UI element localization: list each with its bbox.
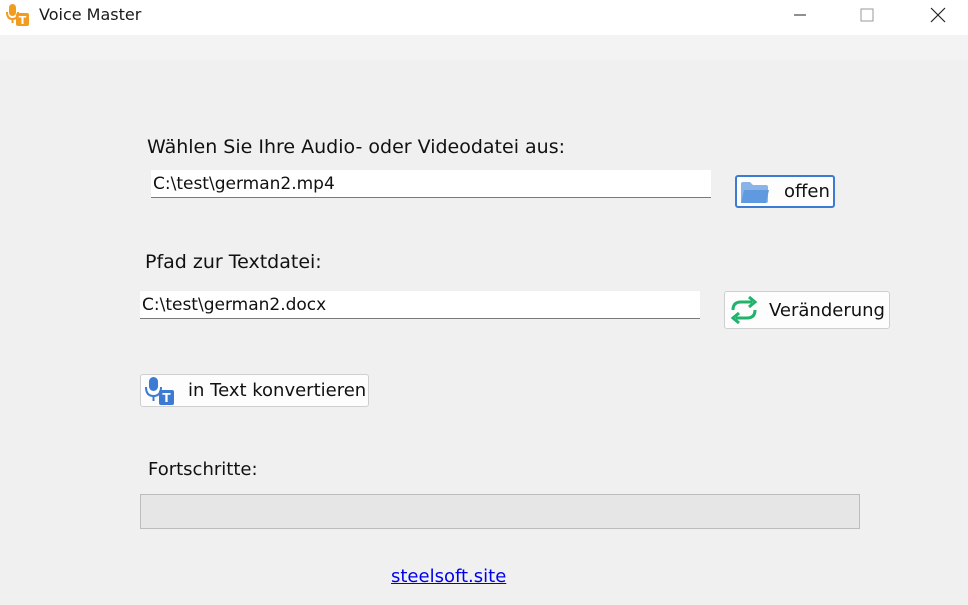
window-title: Voice Master: [39, 5, 142, 24]
minimize-icon: [794, 14, 806, 16]
open-button-label: offen: [784, 181, 830, 202]
app-logo-icon: T: [5, 2, 31, 28]
progress-label: Fortschritte:: [148, 459, 258, 480]
change-button-label: Veränderung: [769, 299, 885, 321]
maximize-icon: [860, 8, 874, 22]
title-bar: T Voice Master: [0, 0, 968, 35]
maximize-button[interactable]: [843, 0, 891, 30]
convert-button-label: in Text konvertieren: [188, 380, 367, 401]
media-file-label: Wählen Sie Ihre Audio- oder Videodatei a…: [147, 136, 565, 158]
text-file-label: Pfad zur Textdatei:: [145, 251, 322, 273]
convert-button[interactable]: T in Text konvertieren: [140, 374, 369, 407]
mic-text-icon: T: [144, 376, 176, 406]
text-path-input[interactable]: C:\test\german2.docx: [140, 291, 700, 319]
svg-text:T: T: [162, 391, 171, 405]
website-link[interactable]: steelsoft.site: [391, 566, 506, 587]
title-bar-shade: [0, 35, 968, 60]
close-button[interactable]: [914, 0, 962, 30]
svg-text:T: T: [19, 14, 27, 27]
change-button[interactable]: Veränderung: [724, 291, 890, 329]
progress-bar: [140, 494, 860, 529]
open-button[interactable]: offen: [735, 175, 835, 208]
minimize-button[interactable]: [776, 0, 824, 30]
media-path-input[interactable]: C:\test\german2.mp4: [151, 170, 711, 198]
refresh-icon: [728, 296, 760, 324]
close-icon: [930, 7, 946, 23]
folder-icon: [740, 180, 770, 204]
